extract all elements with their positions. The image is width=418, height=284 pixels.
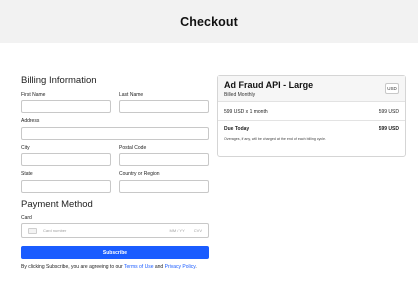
last-name-field[interactable] [119, 100, 209, 113]
city-field[interactable] [21, 153, 111, 166]
credit-card-icon [28, 227, 37, 234]
address-label: Address [21, 118, 40, 124]
payment-section-title: Payment Method [21, 199, 93, 210]
terms-suffix: . [195, 264, 197, 270]
card-input[interactable]: Card number MM / YY CVV [21, 223, 209, 238]
due-today-row: Due Today 599 USD [224, 126, 399, 132]
page-header: Checkout [0, 0, 418, 43]
plan-header: Ad Fraud API - Large Billed Monthly USD [218, 76, 405, 102]
country-label: Country or Region [119, 171, 160, 177]
line-item-label: 599 USD x 1 month [224, 109, 268, 115]
card-number-placeholder[interactable]: Card number [43, 228, 66, 233]
postal-code-label: Postal Code [119, 145, 147, 151]
address-field[interactable] [21, 127, 209, 140]
terms-notice: By clicking Subscribe, you are agreeing … [21, 264, 197, 270]
state-label: State [21, 171, 33, 177]
state-field[interactable] [21, 180, 111, 193]
billing-section-title: Billing Information [21, 75, 97, 86]
last-name-label: Last Name [119, 92, 144, 98]
card-label: Card [21, 215, 32, 221]
terms-prefix: By clicking Subscribe, you are agreeing … [21, 264, 125, 270]
summary-divider [218, 120, 405, 121]
order-summary: Ad Fraud API - Large Billed Monthly USD … [217, 75, 406, 157]
first-name-label: First Name [21, 92, 46, 98]
terms-and: and [153, 264, 165, 270]
subscribe-button[interactable]: Subscribe [21, 246, 209, 259]
plan-name: Ad Fraud API - Large [224, 80, 314, 90]
line-item-amount: 599 USD [378, 109, 399, 115]
due-today-amount: 599 USD [378, 126, 399, 132]
first-name-field[interactable] [21, 100, 111, 113]
terms-of-use-link[interactable]: Terms of Use [124, 264, 153, 270]
page-title: Checkout [180, 14, 238, 29]
country-field[interactable] [119, 180, 209, 193]
postal-code-field[interactable] [119, 153, 209, 166]
cvv-placeholder[interactable]: CVV [194, 228, 202, 233]
billing-cycle: Billed Monthly [224, 92, 256, 98]
privacy-policy-link[interactable]: Privacy Policy [165, 264, 196, 270]
due-today-label: Due Today [224, 126, 250, 132]
expiry-placeholder[interactable]: MM / YY [170, 228, 185, 233]
line-item-row: 599 USD x 1 month 599 USD [224, 109, 399, 115]
overage-note: Overages, if any, will be charged at the… [224, 137, 327, 141]
city-label: City [21, 145, 30, 151]
currency-selector[interactable]: USD [385, 83, 399, 94]
